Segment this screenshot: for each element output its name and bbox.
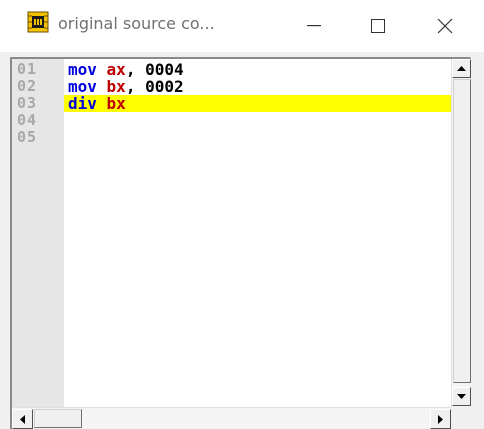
comma: , [125,77,136,96]
code-line-highlighted[interactable]: div bx [64,95,451,112]
vertical-scroll-thumb[interactable] [453,79,471,383]
minimize-button[interactable] [282,0,346,52]
line-number: 02 [17,77,38,95]
line-number: 01 [17,60,38,78]
operand: bx [106,94,126,113]
scroll-up-button[interactable] [452,59,471,78]
line-number: 05 [17,128,38,146]
scrollbar-corner [451,407,471,429]
code-line[interactable]: mov bx, 0002 [64,78,451,95]
mnemonic: div [68,94,97,113]
code-line[interactable]: mov ax, 0004 [64,61,451,78]
line-number: 03 [17,94,38,112]
source-editor[interactable]: 01 02 03 04 05 mov ax, 0004 mov bx, 0002… [10,57,471,429]
horizontal-scrollbar[interactable] [12,407,451,429]
maximize-button[interactable] [346,0,410,52]
scroll-down-button[interactable] [452,387,471,406]
maximize-icon [371,19,385,33]
close-button[interactable] [413,0,477,52]
scroll-right-button[interactable] [430,409,451,429]
vertical-scrollbar[interactable] [451,59,471,407]
line-number: 04 [17,111,38,129]
chip-icon [27,11,49,33]
separator [97,94,107,113]
scroll-down-icon [457,394,466,399]
scroll-right-icon [438,414,443,424]
title-bar[interactable]: original source co... [0,0,484,52]
horizontal-scroll-thumb[interactable] [34,409,82,428]
window-title: original source co... [58,14,215,33]
scroll-left-icon [20,414,25,424]
line-number-gutter: 01 02 03 04 05 [12,59,64,429]
close-icon [437,18,453,34]
scroll-up-icon [457,66,466,71]
immediate-value: 0002 [135,77,184,96]
minimize-icon [307,25,321,27]
code-area[interactable]: mov ax, 0004 mov bx, 0002 div bx [64,59,451,429]
scroll-left-button[interactable] [12,409,33,429]
